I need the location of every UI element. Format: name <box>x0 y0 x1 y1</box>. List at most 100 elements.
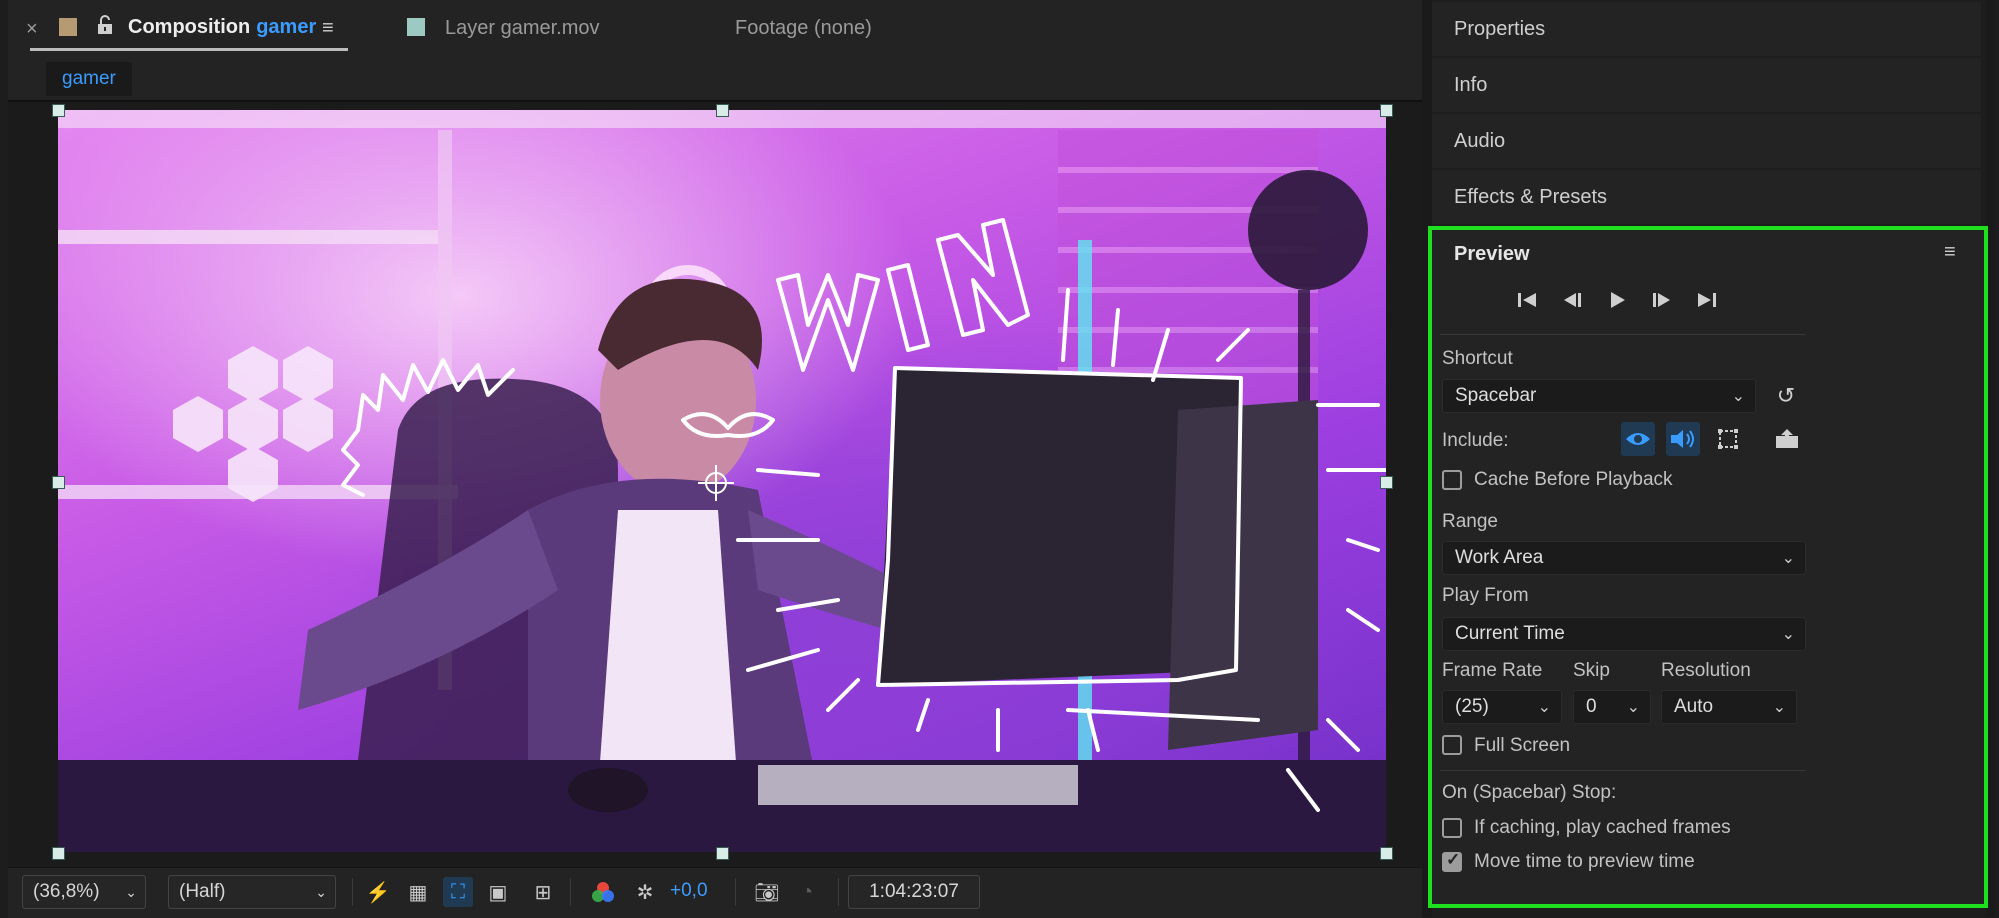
last-frame-icon <box>1698 293 1716 307</box>
separator <box>838 878 839 906</box>
reset-exposure-icon[interactable]: ✲ <box>630 877 660 907</box>
separator <box>735 878 736 906</box>
range-dropdown[interactable]: Work Area ⌄ <box>1442 541 1806 575</box>
full-screen-label: Full Screen <box>1474 735 1571 756</box>
resolution-label: Resolution <box>1661 660 1751 681</box>
panel-audio-label: Audio <box>1454 129 1506 152</box>
full-screen-checkbox[interactable] <box>1442 735 1462 755</box>
composition-tab-name: gamer <box>256 16 317 38</box>
timecode: 1:04:23:07 <box>869 881 959 902</box>
panel-audio[interactable]: Audio <box>1432 114 1981 168</box>
shortcut-dropdown[interactable]: Spacebar ⌄ <box>1442 379 1756 413</box>
move-time-label: Move time to preview time <box>1474 851 1695 872</box>
include-video-toggle[interactable] <box>1621 422 1655 456</box>
chevron-down-icon: ⌄ <box>125 883 137 900</box>
handle-top-left[interactable] <box>52 104 65 117</box>
handle-middle-left[interactable] <box>52 476 65 489</box>
fast-previews-icon[interactable]: ⚡ <box>363 877 393 907</box>
panel-properties-label: Properties <box>1454 17 1546 40</box>
export-icon[interactable] <box>1770 422 1804 456</box>
composition-tab[interactable]: Composition gamer <box>128 16 316 39</box>
panel-properties[interactable]: Properties <box>1432 2 1981 56</box>
on-stop-label: On (Spacebar) Stop: <box>1442 782 1617 803</box>
divider <box>1440 334 1806 335</box>
eye-icon <box>1626 433 1650 445</box>
divider <box>1440 770 1806 771</box>
include-overlays-toggle[interactable] <box>1711 422 1745 456</box>
zoom-dropdown[interactable]: (36,8%) ⌄ <box>22 875 146 909</box>
chevron-down-icon: ⌄ <box>1626 699 1640 716</box>
tab-footage[interactable]: Footage (none) <box>735 17 872 40</box>
include-audio-toggle[interactable] <box>1666 422 1700 456</box>
play-from-dropdown[interactable]: Current Time ⌄ <box>1442 617 1806 651</box>
handle-top-right[interactable] <box>1380 104 1393 117</box>
cache-before-playback-label: Cache Before Playback <box>1474 469 1673 490</box>
separator <box>570 878 571 906</box>
chevron-down-icon: ⌄ <box>315 883 327 900</box>
panel-effects-presets[interactable]: Effects & Presets <box>1432 170 1981 224</box>
play-from-value: Current Time <box>1455 623 1565 644</box>
lock-icon[interactable] <box>96 15 114 35</box>
region-of-interest-icon[interactable]: ▣ <box>483 877 513 907</box>
chevron-down-icon: ⌄ <box>1731 388 1745 405</box>
composition-tab-label: Composition <box>128 16 251 38</box>
preview-title: Preview <box>1454 243 1530 265</box>
chevron-down-icon: ⌄ <box>1781 550 1795 567</box>
mask-visibility-icon[interactable]: ⛶ <box>443 877 473 907</box>
handle-bottom-left[interactable] <box>52 847 65 860</box>
play-button[interactable] <box>1602 285 1632 315</box>
grid-guides-icon[interactable]: ⊞ <box>528 877 558 907</box>
range-value: Work Area <box>1455 547 1544 568</box>
previous-frame-icon <box>1564 293 1581 307</box>
resolution-dropdown[interactable]: (Half) ⌄ <box>168 875 336 909</box>
handle-middle-right[interactable] <box>1380 476 1393 489</box>
speaker-icon <box>1671 430 1694 448</box>
current-time-display[interactable]: 1:04:23:07 <box>848 875 980 909</box>
composition-navigator-bar <box>8 56 1422 102</box>
tab-layer[interactable]: Layer gamer.mov <box>445 17 600 40</box>
transparency-grid-icon[interactable]: ▦ <box>403 877 433 907</box>
overlays-icon <box>1718 429 1738 449</box>
resolution-value: (Half) <box>179 881 226 902</box>
frame-rate-dropdown[interactable]: (25) ⌄ <box>1442 690 1562 724</box>
resolution-preview-value: Auto <box>1674 696 1714 717</box>
move-time-checkbox[interactable] <box>1442 850 1462 872</box>
first-frame-button[interactable] <box>1512 285 1542 315</box>
video-frame[interactable] <box>58 110 1386 852</box>
handle-top-center[interactable] <box>716 104 729 117</box>
shortcut-value: Spacebar <box>1455 385 1537 406</box>
frame-rate-label: Frame Rate <box>1442 660 1543 681</box>
next-frame-button[interactable] <box>1647 285 1677 315</box>
last-frame-button[interactable] <box>1692 285 1722 315</box>
exposure-value[interactable]: +0,0 <box>670 880 708 902</box>
panel-effects-presets-label: Effects & Presets <box>1454 185 1608 208</box>
active-tab-underline <box>30 48 348 51</box>
previous-frame-button[interactable] <box>1557 285 1587 315</box>
show-snapshot-icon[interactable]: ◔ <box>792 877 822 907</box>
resolution-preview-dropdown[interactable]: Auto ⌄ <box>1661 690 1797 724</box>
skip-dropdown[interactable]: 0 ⌄ <box>1573 690 1651 724</box>
if-caching-label: If caching, play cached frames <box>1474 817 1731 838</box>
preview-menu-icon[interactable]: ≡ <box>1944 241 1956 264</box>
handle-bottom-center[interactable] <box>716 847 729 860</box>
layer-color-swatch <box>407 18 425 36</box>
if-caching-checkbox[interactable] <box>1442 818 1462 838</box>
reset-icon[interactable]: ↺ <box>1771 381 1801 411</box>
include-label: Include: <box>1442 430 1509 451</box>
panel-info-label: Info <box>1454 73 1488 96</box>
channels-icon[interactable] <box>588 877 618 907</box>
chevron-down-icon: ⌄ <box>1781 626 1795 643</box>
handle-bottom-right[interactable] <box>1380 847 1393 860</box>
first-frame-icon <box>1518 293 1536 307</box>
composition-color-swatch <box>59 18 77 36</box>
frame-rate-value: (25) <box>1455 696 1489 717</box>
snapshot-icon[interactable]: 📷︎ <box>752 877 782 907</box>
range-label: Range <box>1442 511 1498 532</box>
video-frame-illustration <box>58 110 1386 852</box>
next-frame-icon <box>1653 293 1670 307</box>
cache-before-playback-checkbox[interactable] <box>1442 470 1462 490</box>
panel-info[interactable]: Info <box>1432 58 1981 112</box>
hamburger-menu-icon[interactable]: ≡ <box>322 17 334 40</box>
close-tab-icon[interactable]: × <box>26 18 38 41</box>
breadcrumb[interactable]: gamer <box>46 62 132 96</box>
